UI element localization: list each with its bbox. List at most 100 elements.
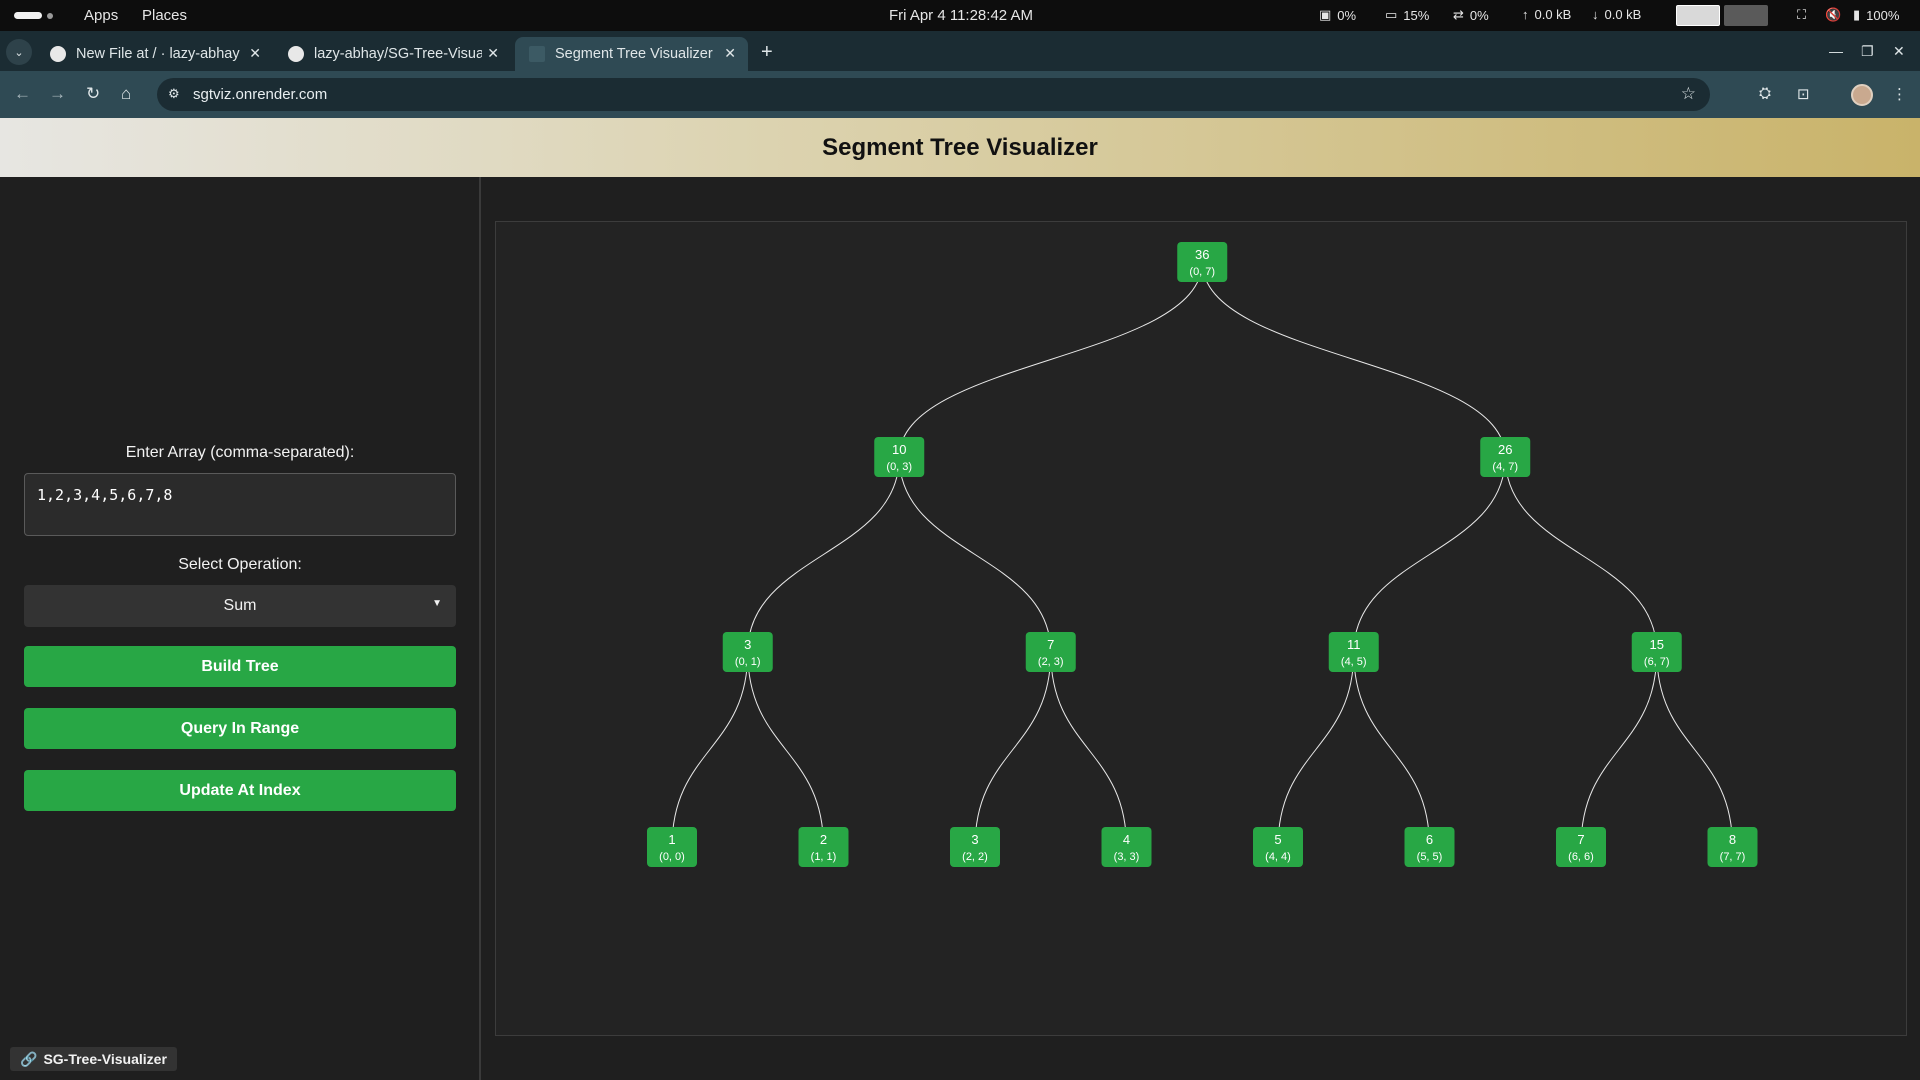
node-range: (0, 7) — [1189, 266, 1215, 278]
node-value: 1 — [668, 832, 675, 847]
node-range: (6, 6) — [1568, 851, 1594, 863]
upload-arrow-icon: ↑ — [1522, 7, 1529, 22]
close-tab-icon[interactable]: ✕ — [724, 45, 736, 62]
tab-title: Segment Tree Visualizer — [555, 46, 713, 62]
new-tab-plus-icon[interactable]: + — [761, 41, 773, 64]
restore-icon[interactable]: ❐ — [1861, 43, 1874, 60]
close-tab-icon[interactable]: ✕ — [249, 45, 261, 62]
back-arrow-icon[interactable]: ← — [14, 84, 31, 104]
node-value: 7 — [1577, 832, 1584, 847]
incognito-extension-icon[interactable]: ⛭ — [1759, 85, 1771, 102]
array-input-label: Enter Array (comma-separated): — [125, 444, 355, 461]
tree-edge — [1277, 651, 1355, 848]
query-in-range-button[interactable]: Query In Range — [24, 708, 456, 749]
volume-muted-icon[interactable]: 🔇 — [1825, 7, 1841, 23]
workspace-thumbnail-1[interactable] — [1676, 5, 1720, 26]
battery-icon: ▮ — [1853, 7, 1861, 22]
operation-select-label: Select Operation: — [178, 556, 302, 573]
apps-menu[interactable]: Apps — [84, 7, 118, 24]
download-arrow-icon: ↓ — [1592, 7, 1599, 22]
tree-node[interactable]: 8 (7, 7) — [1707, 827, 1758, 867]
profile-avatar[interactable] — [1851, 84, 1873, 106]
array-input[interactable]: 1,2,3,4,5,6,7,8 — [24, 473, 456, 536]
battery-indicator[interactable]: ▮ 100% — [1853, 7, 1899, 23]
repo-link[interactable]: 🔗 SG-Tree-Visualizer — [10, 1047, 177, 1071]
node-range: (6, 7) — [1644, 656, 1670, 668]
tree-node[interactable]: 2 (1, 1) — [798, 827, 849, 867]
tree-edge — [671, 651, 749, 848]
address-bar[interactable]: ⚙ sgtviz.onrender.com ☆ — [157, 78, 1710, 111]
minimize-icon[interactable]: — — [1829, 43, 1843, 59]
tree-node[interactable]: 10 (0, 3) — [874, 437, 925, 477]
tree-edge — [974, 651, 1052, 848]
url-text[interactable]: sgtviz.onrender.com — [193, 86, 327, 103]
node-value: 15 — [1650, 637, 1664, 652]
node-range: (1, 1) — [811, 851, 837, 863]
tree-node[interactable]: 26 (4, 7) — [1480, 437, 1531, 477]
tree-node[interactable]: 3 (0, 1) — [722, 632, 773, 672]
node-range: (0, 0) — [659, 851, 685, 863]
reload-icon[interactable]: ↻ — [86, 84, 100, 104]
build-tree-button[interactable]: Build Tree — [24, 646, 456, 687]
home-icon[interactable]: ⌂ — [121, 84, 131, 104]
browser-tab-strip: ⌄ New File at / · lazy-abhay ✕ lazy-abha… — [0, 31, 1920, 71]
memory-icon: ▭ — [1385, 7, 1398, 22]
repo-link-label: SG-Tree-Visualizer — [43, 1051, 167, 1067]
close-window-icon[interactable]: ✕ — [1893, 43, 1905, 60]
tree-node[interactable]: 6 (5, 5) — [1404, 827, 1455, 867]
places-menu[interactable]: Places — [142, 7, 187, 24]
node-value: 8 — [1729, 832, 1736, 847]
tree-node[interactable]: 15 (6, 7) — [1631, 632, 1682, 672]
node-range: (0, 3) — [886, 461, 912, 473]
tree-node[interactable]: 1 (0, 0) — [647, 827, 697, 867]
tab-new-file[interactable]: New File at / · lazy-abhay ✕ — [36, 37, 273, 71]
github-icon — [288, 46, 304, 62]
tab-segment-tree-visualizer[interactable]: Segment Tree Visualizer ✕ — [515, 37, 748, 71]
screenshot-extension-icon[interactable]: ⊡ — [1797, 85, 1810, 103]
node-value: 2 — [820, 832, 827, 847]
tab-title: lazy-abhay/SG-Tree-Visua — [314, 46, 482, 62]
system-top-bar: Apps Places Fri Apr 4 11:28:42 AM ▣ 0% ▭ 1… — [0, 0, 1920, 31]
operation-select[interactable]: Sum ▼ — [24, 585, 456, 627]
web-page: Segment Tree Visualizer Enter Array (com… — [0, 118, 1920, 1080]
node-value: 11 — [1347, 637, 1361, 652]
operation-selected-value: Sum — [223, 597, 257, 614]
node-value: 5 — [1274, 832, 1281, 847]
node-range: (4, 4) — [1265, 851, 1291, 863]
node-range: (3, 3) — [1114, 851, 1140, 863]
app-favicon-icon — [529, 46, 545, 62]
tree-node[interactable]: 7 (6, 6) — [1556, 827, 1606, 867]
page-header: Segment Tree Visualizer — [0, 118, 1920, 177]
workspace-thumbnail-2[interactable] — [1724, 5, 1768, 26]
tree-node[interactable]: 11 (4, 5) — [1328, 632, 1379, 672]
tab-title: New File at / · lazy-abhay — [76, 46, 240, 62]
tree-edge — [747, 456, 900, 653]
node-value: 7 — [1047, 637, 1054, 652]
tree-edge — [898, 261, 1203, 458]
close-tab-icon[interactable]: ✕ — [487, 45, 499, 62]
node-value: 6 — [1426, 832, 1433, 847]
browser-toolbar: ← → ↻ ⌂ ⚙ sgtviz.onrender.com ☆ ⛭ ⊡ ⋮ — [0, 71, 1920, 118]
tab-search-chevron-icon[interactable]: ⌄ — [6, 39, 32, 65]
node-range: (2, 2) — [962, 851, 988, 863]
bookmark-star-icon[interactable]: ☆ — [1681, 84, 1696, 104]
update-at-index-button[interactable]: Update At Index — [24, 770, 456, 811]
tree-node[interactable]: 5 (4, 4) — [1253, 827, 1303, 867]
tree-node[interactable]: 4 (3, 3) — [1101, 827, 1152, 867]
forward-arrow-icon[interactable]: → — [49, 84, 66, 104]
activities-indicator[interactable] — [14, 12, 53, 19]
segment-tree-diagram: 36(0, 7)10(0, 3)26(4, 7)3(0, 1)7(2, 3)11… — [647, 242, 1758, 867]
kebab-menu-icon[interactable]: ⋮ — [1892, 85, 1907, 103]
site-settings-icon[interactable]: ⚙ — [168, 86, 180, 102]
tree-canvas: 36 (0, 7) 10 (0, 3) 26 (4, 7) 3 (0, 1) 7 (2, 3) 11… — [495, 221, 1907, 1036]
network-icon[interactable]: ⛶ — [1797, 7, 1806, 23]
tree-node[interactable]: 36 (0, 7) — [1177, 242, 1228, 282]
node-value: 26 — [1498, 442, 1512, 457]
tree-node[interactable]: 7 (2, 3) — [1025, 632, 1076, 672]
clock[interactable]: Fri Apr 4 11:28:42 AM — [889, 7, 1033, 24]
tree-edge — [1504, 456, 1658, 653]
tree-node[interactable]: 3 (2, 2) — [950, 827, 1000, 867]
tab-github-repo[interactable]: lazy-abhay/SG-Tree-Visua ✕ — [274, 37, 511, 71]
controls-sidebar: Enter Array (comma-separated): 1,2,3,4,5… — [0, 177, 481, 1080]
tree-edge — [747, 651, 824, 848]
